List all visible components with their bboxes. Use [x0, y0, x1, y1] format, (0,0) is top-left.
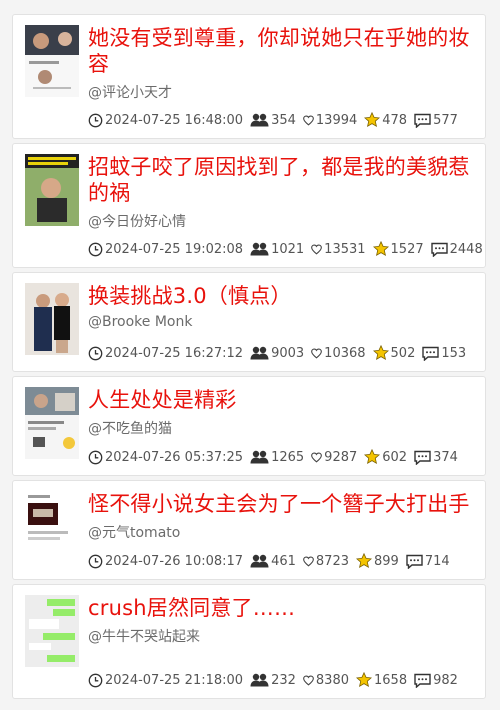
video-author[interactable]: @Brooke Monk — [88, 314, 475, 330]
video-author[interactable]: @不吃鱼的猫 — [88, 418, 475, 438]
clock-icon — [88, 113, 103, 127]
video-title[interactable]: 怪不得小说女主会为了一个簪子大打出手 — [88, 491, 475, 517]
star-icon — [356, 672, 372, 688]
video-thumbnail[interactable] — [25, 283, 79, 355]
video-author[interactable]: @今日份好心情 — [88, 211, 475, 231]
clock-icon — [88, 673, 103, 687]
like-count: 13531 — [324, 241, 366, 257]
comment-count: 2448 — [449, 241, 483, 257]
people-icon — [250, 673, 269, 687]
video-thumbnail[interactable] — [25, 595, 79, 667]
favorite-count: 502 — [390, 345, 416, 361]
comment-icon — [414, 113, 431, 128]
publish-time: 2024-07-25 16:27:12 — [105, 345, 244, 361]
star-icon — [364, 449, 381, 465]
people-icon — [250, 242, 269, 256]
video-author[interactable]: @元气tomato — [88, 522, 475, 542]
favorite-count: 602 — [382, 449, 408, 465]
video-stats: 2024-07-25 16:48:00 354 13994 478 577 — [88, 112, 465, 128]
video-card[interactable]: 怪不得小说女主会为了一个簪子大打出手 @元气tomato 2024-07-26 10… — [12, 480, 486, 580]
view-count: 9003 — [271, 345, 305, 361]
publish-time: 2024-07-26 05:37:25 — [105, 449, 244, 465]
comment-icon — [414, 450, 431, 465]
like-count: 9287 — [324, 449, 358, 465]
comment-icon — [406, 554, 423, 569]
view-count: 1021 — [271, 241, 305, 257]
heart-icon — [311, 451, 323, 462]
favorite-count: 1527 — [390, 241, 424, 257]
like-count: 8723 — [315, 553, 349, 569]
clock-icon — [88, 554, 103, 568]
comment-icon — [422, 346, 440, 361]
video-card[interactable]: crush居然同意了…… @牛牛不哭站起来 2024-07-25 21:18:00 2… — [12, 584, 486, 699]
video-author[interactable]: @牛牛不哭站起来 — [88, 626, 475, 646]
heart-icon — [303, 114, 314, 125]
video-stats: 2024-07-26 05:37:25 1265 9287 602 374 — [88, 449, 465, 465]
comment-count: 577 — [433, 112, 458, 128]
video-title[interactable]: 换装挑战3.0（慎点） — [88, 283, 475, 309]
star-icon — [356, 553, 372, 569]
video-stats: 2024-07-25 21:18:00 232 8380 1658 982 — [88, 672, 465, 688]
video-stats: 2024-07-25 19:02:08 1021 13531 1527 2448 — [88, 241, 490, 257]
people-icon — [250, 346, 269, 360]
star-icon — [372, 345, 389, 361]
video-card[interactable]: 换装挑战3.0（慎点） @Brooke Monk 2024-07-25 16:27:… — [12, 272, 486, 372]
publish-time: 2024-07-26 10:08:17 — [105, 553, 244, 569]
people-icon — [250, 554, 269, 568]
comment-count: 374 — [433, 449, 458, 465]
like-count: 10368 — [324, 345, 366, 361]
clock-icon — [88, 242, 103, 256]
view-count: 1265 — [271, 449, 305, 465]
clock-icon — [88, 346, 103, 360]
favorite-count: 899 — [374, 553, 399, 569]
video-title[interactable]: 招蚊子咬了原因找到了，都是我的美貌惹的祸 — [88, 154, 475, 206]
comment-count: 982 — [433, 672, 458, 688]
video-card[interactable]: 招蚊子咬了原因找到了，都是我的美貌惹的祸 @今日份好心情 2024-07-25 19… — [12, 143, 486, 268]
heart-icon — [311, 243, 323, 254]
video-thumbnail[interactable] — [25, 387, 79, 459]
clock-icon — [88, 450, 103, 464]
people-icon — [250, 450, 269, 464]
comment-icon — [414, 673, 431, 688]
video-stats: 2024-07-25 16:27:12 9003 10368 502 153 — [88, 345, 473, 361]
publish-time: 2024-07-25 21:18:00 — [105, 672, 244, 688]
video-title[interactable]: 她没有受到尊重，你却说她只在乎她的妆容 — [88, 25, 475, 77]
favorite-count: 1658 — [374, 672, 408, 688]
like-count: 8380 — [315, 672, 349, 688]
heart-icon — [303, 674, 314, 685]
video-title[interactable]: 人生处处是精彩 — [88, 387, 475, 413]
video-title[interactable]: crush居然同意了…… — [88, 595, 475, 621]
video-card[interactable]: 她没有受到尊重，你却说她只在乎她的妆容 @评论小天才 2024-07-25 16:4… — [12, 14, 486, 139]
publish-time: 2024-07-25 16:48:00 — [105, 112, 244, 128]
heart-icon — [303, 555, 314, 566]
people-icon — [250, 113, 269, 127]
video-stats: 2024-07-26 10:08:17 461 8723 899 714 — [88, 553, 457, 569]
video-thumbnail[interactable] — [25, 25, 79, 97]
video-card[interactable]: 人生处处是精彩 @不吃鱼的猫 2024-07-26 05:37:25 1265 9287… — [12, 376, 486, 476]
view-count: 461 — [271, 553, 296, 569]
comment-count: 153 — [441, 345, 467, 361]
star-icon — [372, 241, 389, 257]
video-thumbnail[interactable] — [25, 154, 79, 226]
comment-icon — [430, 242, 448, 257]
star-icon — [364, 112, 381, 128]
view-count: 232 — [271, 672, 296, 688]
favorite-count: 478 — [382, 112, 408, 128]
comment-count: 714 — [424, 553, 450, 569]
heart-icon — [311, 347, 323, 358]
video-thumbnail[interactable] — [25, 491, 79, 563]
video-author[interactable]: @评论小天才 — [88, 82, 475, 102]
publish-time: 2024-07-25 19:02:08 — [105, 241, 244, 257]
like-count: 13994 — [315, 112, 358, 128]
video-list: 她没有受到尊重，你却说她只在乎她的妆容 @评论小天才 2024-07-25 16:4… — [12, 14, 486, 703]
view-count: 354 — [271, 112, 296, 128]
